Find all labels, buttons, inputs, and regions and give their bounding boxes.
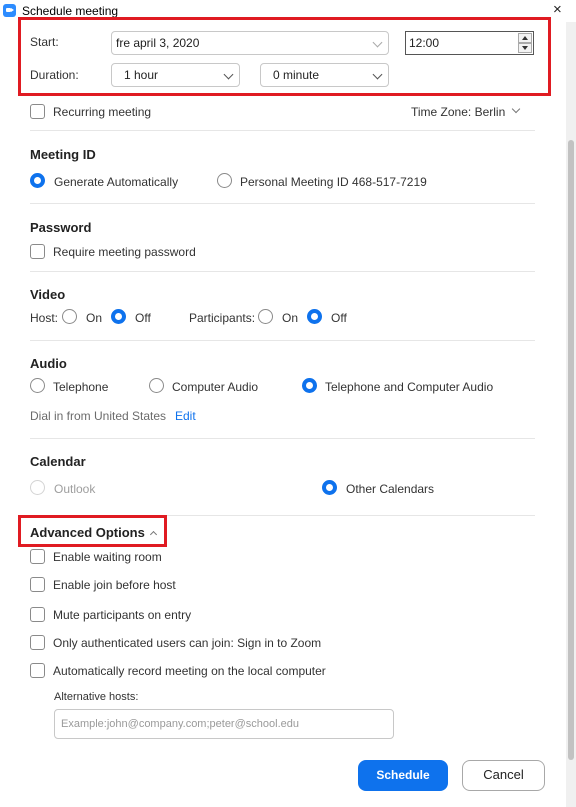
calendar-other-radio[interactable] <box>322 480 337 495</box>
host-video-off-label: Off <box>135 311 151 325</box>
recurring-checkbox[interactable] <box>30 104 45 119</box>
generate-automatically-label: Generate Automatically <box>54 175 179 189</box>
audio-telephone-radio[interactable] <box>30 378 45 393</box>
divider <box>30 340 535 341</box>
divider <box>30 203 535 204</box>
require-password-checkbox[interactable] <box>30 244 45 259</box>
audio-computer-label: Computer Audio <box>172 380 259 394</box>
personal-meeting-id-label: Personal Meeting ID 468-517-7219 <box>240 175 427 189</box>
cancel-button[interactable]: Cancel <box>462 760 545 791</box>
audio-both-radio[interactable] <box>302 378 317 393</box>
start-duration-highlight <box>18 17 551 96</box>
host-video-on-label: On <box>86 311 103 325</box>
require-password-label: Require meeting password <box>53 245 196 259</box>
chevron-down-icon <box>511 104 521 114</box>
waiting-room-checkbox[interactable] <box>30 549 45 564</box>
auto-record-label: Automatically record meeting on the loca… <box>53 664 326 678</box>
join-before-host-checkbox[interactable] <box>30 577 45 592</box>
divider <box>30 130 535 131</box>
audio-both-label: Telephone and Computer Audio <box>325 380 494 394</box>
personal-meeting-id-radio[interactable] <box>217 173 232 188</box>
mute-on-entry-checkbox[interactable] <box>30 607 45 622</box>
participants-video-off-radio[interactable] <box>307 309 322 324</box>
participants-video-off-label: Off <box>331 311 347 325</box>
calendar-title: Calendar <box>30 454 86 469</box>
calendar-other-label: Other Calendars <box>346 482 435 496</box>
join-before-host-label: Enable join before host <box>53 578 176 592</box>
waiting-room-label: Enable waiting room <box>53 550 162 564</box>
calendar-outlook-radio <box>30 480 45 495</box>
participants-video-on-label: On <box>282 311 299 325</box>
zoom-app-icon <box>3 4 16 17</box>
recurring-label: Recurring meeting <box>53 105 152 119</box>
host-video-on-radio[interactable] <box>62 309 77 324</box>
auth-only-checkbox[interactable] <box>30 635 45 650</box>
calendar-outlook-label: Outlook <box>54 482 96 496</box>
password-title: Password <box>30 220 92 235</box>
divider <box>30 271 535 272</box>
audio-title: Audio <box>30 356 67 371</box>
alt-hosts-placeholder: Example:john@company.com;peter@school.ed… <box>61 718 299 730</box>
mute-on-entry-label: Mute participants on entry <box>53 608 192 622</box>
close-icon[interactable]: × <box>553 1 562 18</box>
window-title: Schedule meeting <box>22 4 119 18</box>
participants-video-on-radio[interactable] <box>258 309 273 324</box>
video-host-label: Host: <box>30 311 59 325</box>
auto-record-checkbox[interactable] <box>30 663 45 678</box>
divider <box>30 438 535 439</box>
dial-in-edit-link[interactable]: Edit <box>175 409 196 423</box>
host-video-off-radio[interactable] <box>111 309 126 324</box>
advanced-options-highlight <box>18 515 167 547</box>
timezone-label: Time Zone: Berlin <box>411 105 506 119</box>
auth-only-label: Only authenticated users can join: Sign … <box>53 636 322 650</box>
meeting-id-title: Meeting ID <box>30 147 96 162</box>
audio-telephone-label: Telephone <box>53 380 109 394</box>
audio-computer-radio[interactable] <box>149 378 164 393</box>
video-participants-label: Participants: <box>189 311 256 325</box>
scrollbar-thumb[interactable] <box>568 140 574 760</box>
schedule-button[interactable]: Schedule <box>358 760 448 791</box>
alt-hosts-label: Alternative hosts: <box>54 691 139 703</box>
dial-in-text: Dial in from United States <box>30 409 167 423</box>
timezone-select[interactable]: Time Zone: Berlin <box>411 104 523 119</box>
video-title: Video <box>30 287 66 302</box>
alt-hosts-input[interactable]: Example:john@company.com;peter@school.ed… <box>54 709 394 739</box>
generate-automatically-radio[interactable] <box>30 173 45 188</box>
